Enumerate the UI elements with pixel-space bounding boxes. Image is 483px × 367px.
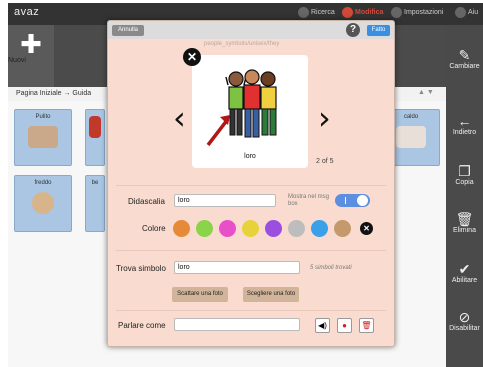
trash-icon[interactable]: 🗑 [359,318,374,333]
copy-icon: ❐ [458,163,471,179]
menu-edit[interactable]: Modifica [342,7,383,18]
plus-icon: ✚ [20,29,42,59]
color-swatch[interactable] [265,220,282,237]
divider [116,185,386,186]
edit-icon: ✎ [458,47,471,63]
show-in-msg-box-note: Mostra nel msg box [288,194,330,207]
done-button[interactable]: Fatto [367,25,390,36]
choose-photo-button[interactable]: Scegliere una foto [243,287,299,302]
cold-face-icon [32,192,54,214]
symbol-preview: loro [192,55,308,168]
show-in-msg-box-toggle[interactable] [335,194,370,207]
color-swatch[interactable] [311,220,328,237]
caption-input[interactable]: loro [174,194,276,207]
menu-search[interactable]: Ricerca [298,7,335,18]
find-symbol-label: Trova simbolo [116,264,166,273]
trash-icon: 🗑 [455,211,474,227]
app-logo: avaz [14,6,40,18]
find-symbol-input[interactable]: loro [174,261,300,274]
tile-label: be [91,180,99,186]
color-swatch[interactable] [173,220,190,237]
tile-label: Pulito [35,114,51,120]
help-icon[interactable]: ? [346,23,360,37]
color-swatch[interactable] [196,220,213,237]
right-toolbar: ✎ Cambiare ← Indietro ❐ Copia 🗑 Elimina ✔ Abi… [446,25,483,367]
copy-button[interactable]: ❐ Copia [446,163,483,186]
remove-symbol-button[interactable]: ✕ [183,48,201,66]
check-icon: ✔ [458,261,471,277]
record-icon[interactable]: ● [337,318,352,333]
back-button[interactable]: ← Indietro [446,113,483,136]
tile-pulito[interactable]: Pulito [14,109,72,166]
people-symbol-icon [206,69,277,147]
back-arrow-icon: ← [457,113,472,129]
tile-be[interactable]: be [85,175,105,232]
change-button[interactable]: ✎ Cambiare [446,47,483,70]
divider [116,310,386,311]
pencil-icon [342,7,353,18]
clear-color-button[interactable]: ✕ [360,222,373,235]
hot-person-icon [396,126,426,148]
menu-settings[interactable]: Impostazioni [391,7,443,18]
scroll-arrows-icon[interactable]: ▲ ▼ [418,89,434,96]
color-label: Colore [142,224,166,233]
tile-label: freddo [34,180,52,186]
previous-symbol-chevron-icon[interactable]: ‹ [173,102,186,134]
take-photo-button[interactable]: Scattare una foto [172,287,228,302]
symbol-caption: loro [244,153,256,160]
cancel-button[interactable]: Annulla [112,25,144,36]
menu-help[interactable]: Aiu [455,7,478,18]
dialog-header: Annulla ? Fatto [108,21,394,39]
color-swatch[interactable] [219,220,236,237]
color-swatch[interactable] [288,220,305,237]
disable-button[interactable]: ⊘ Disabilitar [446,309,483,332]
gear-icon [391,7,402,18]
enable-button[interactable]: ✔ Abilitare [446,261,483,284]
symbol-count: 2 of 5 [316,158,334,165]
search-icon [298,7,309,18]
divider [116,250,386,251]
speaker-icon[interactable]: ◀) [315,318,330,333]
new-label: Nuovi [8,57,26,64]
tile-partial[interactable] [85,109,105,166]
color-swatch[interactable] [334,220,351,237]
color-swatch[interactable] [242,220,259,237]
help-icon [455,7,466,18]
speak-as-input[interactable] [174,318,300,331]
tile-freddo[interactable]: freddo [14,175,72,232]
disable-icon: ⊘ [458,309,471,325]
hands-icon [28,126,58,148]
caption-label: Didascalia [128,197,165,206]
next-symbol-chevron-icon[interactable]: › [318,102,331,134]
delete-button[interactable]: 🗑 Elimina [446,211,483,234]
symbol-source-path: people_symbols/unisex/they [204,41,280,47]
symbol-icon [89,116,101,138]
symbols-found-count: 5 simboli trovati [310,265,352,271]
edit-symbol-dialog: Annulla ? Fatto people_symbols/unisex/th… [107,20,395,347]
new-button[interactable]: ✚ Nuovi [8,25,54,87]
speak-as-label: Parlare come [118,321,166,330]
